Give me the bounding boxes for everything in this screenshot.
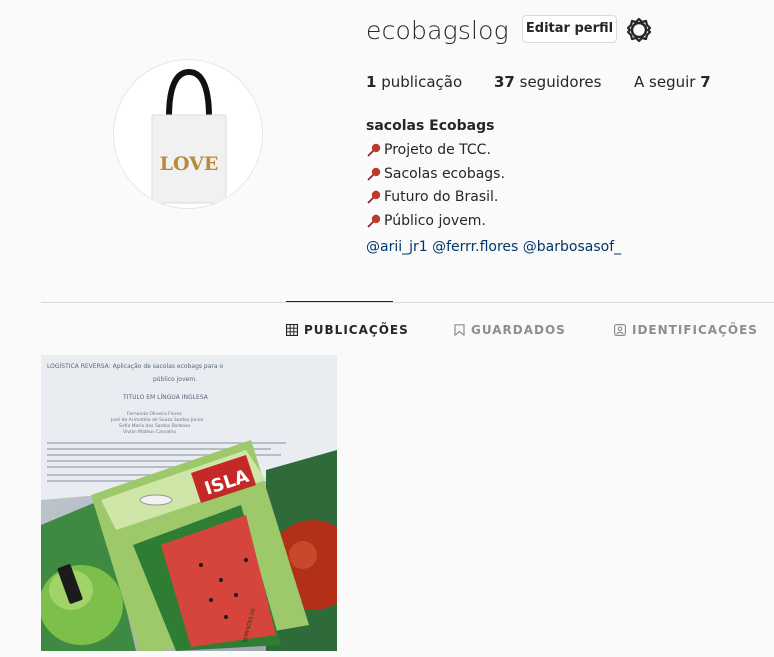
pushpin-icon — [367, 214, 381, 228]
following-label: A seguir — [634, 73, 701, 91]
profile-username: ecobagslog — [366, 16, 509, 45]
bio-line: Sacolas ecobags. — [366, 166, 505, 182]
settings-gear-icon[interactable] — [626, 17, 652, 43]
doc-title-text: público jovem. — [153, 376, 197, 383]
followers-label: seguidores — [514, 73, 602, 91]
pushpin-icon — [367, 143, 381, 157]
doc-title-text: LOGÍSTICA REVERSA: Aplicação de sacolas … — [47, 363, 223, 370]
bio-line: Público jovem. — [366, 213, 486, 229]
tab-identificacoes[interactable]: IDENTIFICAÇÕES — [614, 323, 758, 337]
tab-publicacoes[interactable]: PUBLICAÇÕES — [286, 323, 409, 337]
tab-guardados[interactable]: GUARDADOS — [454, 323, 566, 337]
tab-label: GUARDADOS — [471, 323, 566, 337]
tab-label: IDENTIFICAÇÕES — [632, 323, 758, 337]
doc-author-text: Fernanda Oliveira Flores — [127, 411, 182, 417]
posts-label: publicação — [376, 73, 463, 91]
bookmark-icon — [454, 324, 465, 336]
pushpin-icon — [367, 167, 381, 181]
grid-icon — [286, 324, 298, 336]
following-count: 7 — [700, 73, 711, 91]
bio-line: Projeto de TCC. — [366, 142, 491, 158]
avatar-love-text: LOVE — [160, 153, 219, 175]
bio-mentions-link[interactable]: @arii_jr1 @ferrr.flores @barbosasof_ — [366, 239, 621, 255]
bio-line-text: Público jovem. — [384, 213, 486, 229]
post-photo: LOGÍSTICA REVERSA: Aplicação de sacolas … — [41, 355, 337, 651]
active-tab-indicator — [286, 301, 393, 302]
followers-count: 37 — [494, 73, 515, 91]
pushpin-icon — [367, 190, 381, 204]
bio-name: sacolas Ecobags — [366, 118, 495, 134]
doc-author-text: Vivian Mateus Carvalho — [123, 429, 176, 435]
tote-bag-image: LOVE — [114, 60, 262, 208]
tab-label: PUBLICAÇÕES — [304, 323, 409, 337]
post-thumbnail[interactable]: LOGÍSTICA REVERSA: Aplicação de sacolas … — [41, 355, 337, 651]
tabs-divider — [41, 302, 774, 303]
bio-line: Futuro do Brasil. — [366, 189, 498, 205]
followers-stat[interactable]: 37 seguidores — [494, 73, 601, 91]
edit-profile-button[interactable]: Editar perfil — [522, 15, 617, 43]
following-stat[interactable]: A seguir 7 — [634, 73, 711, 91]
tag-user-icon — [614, 324, 626, 336]
bio-line-text: Futuro do Brasil. — [384, 189, 499, 205]
doc-subtitle-text: TITULO EM LÍNGUA INGLESA — [122, 394, 209, 401]
profile-avatar[interactable]: LOVE — [113, 59, 263, 209]
bio-line-text: Sacolas ecobags. — [384, 166, 505, 182]
doc-author-text: José de Arimatéia de Souza Santos Júnior — [110, 416, 204, 423]
posts-count-stat: 1 publicação — [366, 73, 462, 91]
doc-author-text: Sofia Maria dos Santos Barbosa — [119, 423, 190, 429]
bio-line-text: Projeto de TCC. — [384, 142, 491, 158]
posts-count: 1 — [366, 73, 377, 91]
